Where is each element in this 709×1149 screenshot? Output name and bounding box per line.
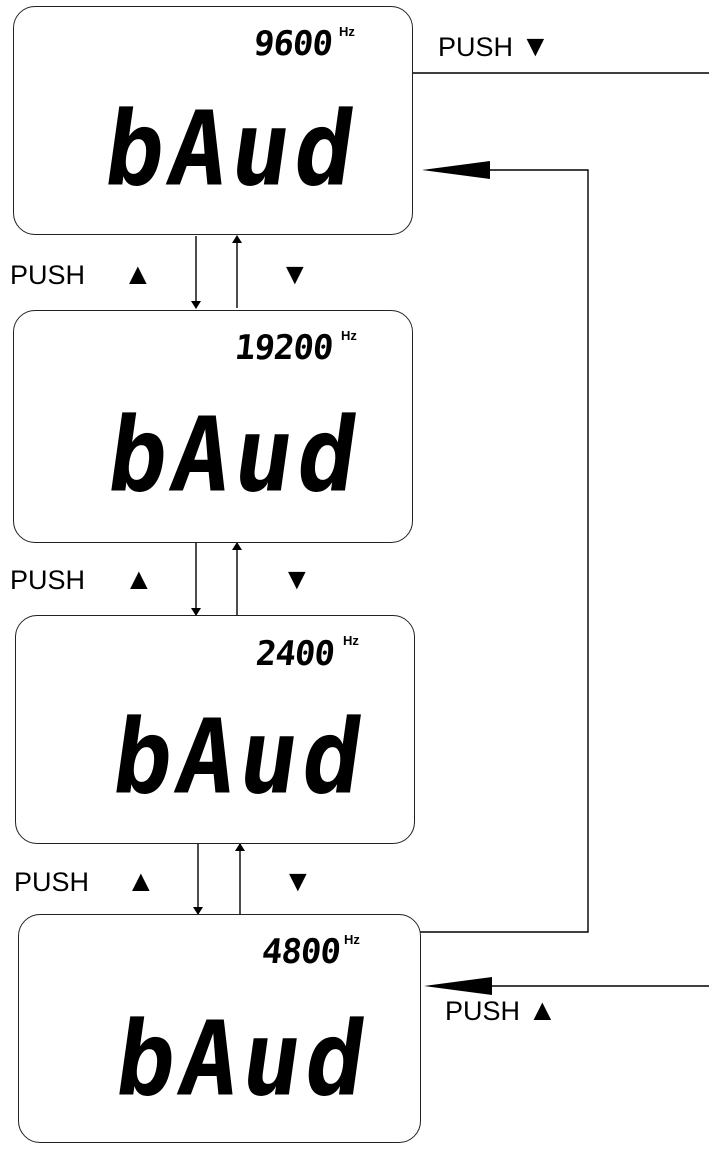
big-arrowhead-display4 [424,977,492,995]
unit-label: Hz [344,932,360,947]
unit-label: Hz [341,328,357,343]
push-text: PUSH [10,260,86,290]
up-triangle-icon: ▲ [124,563,154,596]
big-arrowhead-display1 [422,161,490,179]
mode-text: bAud [108,1000,378,1120]
push-text: PUSH [438,32,514,62]
frequency-readout: 2400 [254,634,337,674]
unit-label: Hz [343,633,359,648]
frequency-readout: 19200 [232,328,335,368]
push-up-label-bottom: PUSH ▲ [445,996,557,1026]
push-up-label-2: PUSH [10,567,85,594]
down-triangle-icon: ▼ [282,563,312,596]
down-triangle-icon: ▼ [280,258,310,291]
lcd-display-2: 19200 Hz bAud [13,310,413,543]
down-triangle-icon: ▼ [283,865,313,898]
mode-text: bAud [105,698,375,818]
lcd-display-4: 4800 Hz bAud [18,914,421,1143]
up-triangle-icon: ▲ [527,994,558,1027]
push-up-label-1: PUSH [10,262,85,289]
push-down-label-top: PUSH ▼ [438,32,550,62]
loop-display4-to-display1 [420,169,589,933]
mode-text: bAud [97,90,367,210]
frequency-readout: 9600 [252,24,335,64]
up-triangle-icon: ▲ [126,865,156,898]
mode-text: bAud [100,396,370,516]
push-up-label-3: PUSH [14,869,89,896]
up-triangle-icon: ▲ [123,258,153,291]
down-triangle-icon: ▼ [520,30,551,63]
frequency-readout: 4800 [260,932,343,972]
push-text: PUSH [445,996,521,1026]
unit-label: Hz [339,24,355,39]
push-text: PUSH [10,565,86,595]
push-text: PUSH [14,867,90,897]
lcd-display-1: 9600 Hz bAud [13,6,413,235]
lcd-display-3: 2400 Hz bAud [15,615,415,844]
